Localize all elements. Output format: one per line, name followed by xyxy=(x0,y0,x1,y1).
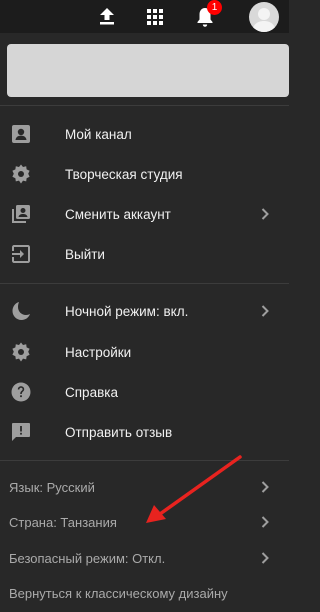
divider xyxy=(0,283,289,284)
menu-item-label: Справка xyxy=(65,384,118,400)
default-avatar-icon xyxy=(252,7,276,32)
moon-icon xyxy=(10,300,32,322)
chevron-right-icon xyxy=(258,551,272,565)
divider xyxy=(0,460,289,461)
menu-item-label: Сменить аккаунт xyxy=(65,206,171,222)
menu-item-dark-theme[interactable]: Ночной режим: вкл. xyxy=(0,292,289,330)
menu-item-settings[interactable]: Настройки xyxy=(0,333,289,371)
upload-icon xyxy=(100,8,114,25)
divider xyxy=(0,105,289,106)
feedback-icon xyxy=(10,421,32,443)
account-box-icon xyxy=(10,123,32,145)
top-bar: 1 xyxy=(0,0,289,33)
menu-item-language[interactable]: Язык: Русский xyxy=(0,468,289,506)
sign-out-icon xyxy=(10,243,32,265)
switch-account-icon xyxy=(10,203,32,225)
notifications-button[interactable]: 1 xyxy=(188,0,222,33)
chevron-right-icon xyxy=(258,207,272,221)
menu-item-label: Творческая студия xyxy=(65,166,183,182)
help-icon xyxy=(10,381,32,403)
upload-button[interactable] xyxy=(90,0,124,33)
menu-item-creator-studio[interactable]: Творческая студия xyxy=(0,155,289,193)
menu-item-label: Страна: Танзания xyxy=(9,514,117,530)
avatar xyxy=(249,1,279,32)
menu-item-location[interactable]: Страна: Танзания xyxy=(0,503,289,541)
account-avatar-button[interactable] xyxy=(246,0,282,33)
gear-icon xyxy=(10,341,32,363)
chevron-right-icon xyxy=(258,480,272,494)
menu-item-my-channel[interactable]: Мой канал xyxy=(0,115,289,153)
notification-badge: 1 xyxy=(207,0,222,15)
menu-item-label: Настройки xyxy=(65,344,132,360)
menu-item-label: Выйти xyxy=(65,246,105,262)
menu-item-label: Ночной режим: вкл. xyxy=(65,303,189,319)
apps-grid-icon xyxy=(147,8,163,25)
menu-item-label: Вернуться к классическому дизайну xyxy=(9,585,228,601)
menu-item-restricted-mode[interactable]: Безопасный режим: Откл. xyxy=(0,539,289,577)
account-info-card[interactable] xyxy=(7,44,289,97)
gear-icon xyxy=(10,163,32,185)
chevron-right-icon xyxy=(258,304,272,318)
apps-button[interactable] xyxy=(138,0,172,33)
menu-item-label: Мой канал xyxy=(65,126,132,142)
menu-item-label: Отправить отзыв xyxy=(65,424,173,440)
menu-item-sign-out[interactable]: Выйти xyxy=(0,235,289,273)
menu-item-label: Язык: Русский xyxy=(9,479,95,495)
menu-item-switch-account[interactable]: Сменить аккаунт xyxy=(0,195,289,233)
menu-item-label: Безопасный режим: Откл. xyxy=(9,550,166,566)
menu-item-send-feedback[interactable]: Отправить отзыв xyxy=(0,413,289,451)
chevron-right-icon xyxy=(258,515,272,529)
menu-item-classic-design[interactable]: Вернуться к классическому дизайну xyxy=(0,574,289,612)
menu-item-help[interactable]: Справка xyxy=(0,373,289,411)
